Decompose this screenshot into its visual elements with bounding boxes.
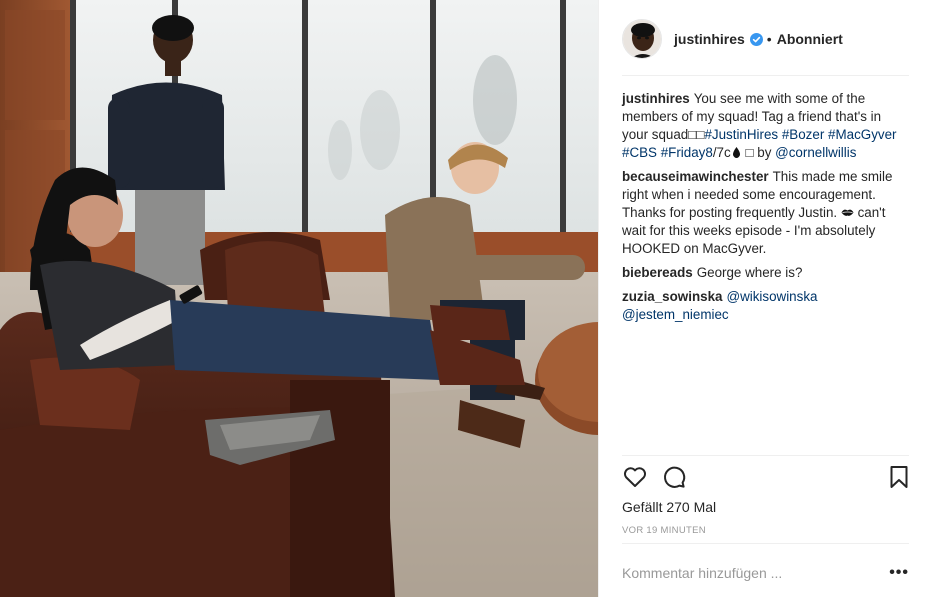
post-photo[interactable]: [0, 0, 598, 597]
caption-tail-text: /7c: [712, 145, 731, 160]
comment-username[interactable]: becauseimawinchester: [622, 169, 769, 184]
avatar[interactable]: [622, 19, 662, 59]
more-options-icon[interactable]: •••: [889, 565, 909, 581]
heart-outline-icon[interactable]: [622, 464, 648, 490]
comment-item: biebereads George where is?: [622, 264, 909, 282]
hashtag-link[interactable]: #JustinHires: [704, 127, 778, 142]
header-username[interactable]: justinhires: [674, 31, 745, 47]
caption-username[interactable]: justinhires: [622, 91, 690, 106]
comment-item: zuzia_sowinska @wikisowinska @jestem_niem…: [622, 288, 909, 324]
post-actions: [622, 464, 909, 492]
likes-count[interactable]: Gefällt 270 Mal: [622, 499, 716, 515]
header-separator: •: [766, 31, 772, 47]
mention-link[interactable]: @jestem_niemiec: [622, 307, 729, 322]
actions-divider: [622, 455, 909, 456]
comment-username[interactable]: zuzia_sowinska: [622, 289, 722, 304]
kiss-lips-emoji-icon: [841, 204, 854, 216]
bookmark-icon[interactable]: [886, 464, 912, 490]
post-sidebar: justinhires • Abonniert justinhires You s…: [598, 0, 931, 597]
mention-link[interactable]: @wikisowinska: [726, 289, 817, 304]
hashtag-link[interactable]: #Bozer: [782, 127, 824, 142]
post-photo-illustration: [0, 0, 598, 597]
avatar-image: [623, 20, 661, 58]
caption-by-text: by: [753, 145, 776, 160]
follow-status-button[interactable]: Abonniert: [777, 31, 843, 47]
hashtag-link[interactable]: #CBS: [622, 145, 657, 160]
mention-link[interactable]: @cornellwillis: [775, 145, 856, 160]
caption-emoji: □: [745, 145, 754, 160]
drop-emoji-icon: [732, 145, 741, 158]
add-comment-bar: •••: [622, 558, 909, 588]
speech-bubble-icon[interactable]: [661, 464, 687, 490]
comment-input[interactable]: [622, 565, 862, 581]
hashtag-link[interactable]: #Friday8: [661, 145, 713, 160]
comment-text: George where is?: [696, 265, 803, 280]
header-divider: [622, 75, 909, 76]
caption: justinhires You see me with some of the m…: [622, 90, 909, 162]
comment-username[interactable]: biebereads: [622, 265, 693, 280]
comment-item: becauseimawinchester This made me smile r…: [622, 168, 909, 258]
comments-list: justinhires You see me with some of the m…: [622, 90, 909, 330]
verified-badge-icon: [749, 32, 763, 46]
hashtag-link[interactable]: #MacGyver: [828, 127, 896, 142]
post-timestamp[interactable]: VOR 19 MINUTEN: [622, 525, 706, 536]
comment-divider: [622, 543, 909, 544]
post-header: justinhires • Abonniert: [622, 16, 909, 62]
